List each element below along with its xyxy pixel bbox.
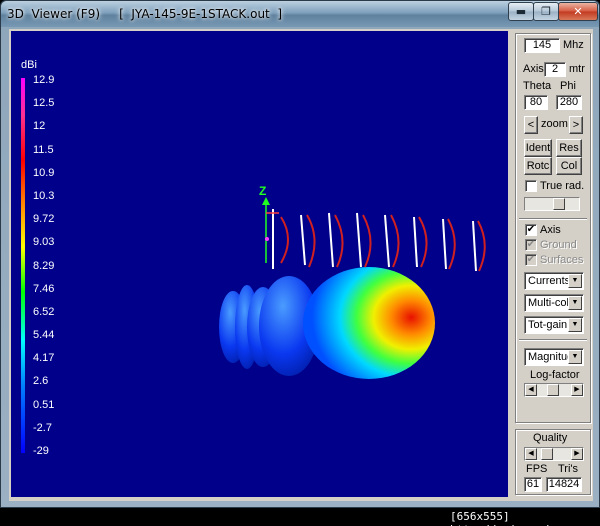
magnitude-select[interactable]: Magnitud ▼ <box>524 348 584 366</box>
z-axis-label: Z <box>259 184 267 198</box>
tris-value: 14824 <box>546 477 582 492</box>
radiation-pattern-render <box>219 197 486 379</box>
axis-size-unit: mtr <box>569 63 585 75</box>
color-scale-bar <box>21 78 25 453</box>
scale-tick-label: 12.5 <box>33 97 55 110</box>
slider-right-icon[interactable]: ▶ <box>571 448 583 460</box>
view-settings-group: 145 Mhz Axis 2 mtr Theta Phi 80 280 < zo… <box>515 33 591 423</box>
scale-tick-label: 12 <box>33 120 46 133</box>
res-button[interactable]: Res <box>556 139 582 157</box>
col-button[interactable]: Col <box>556 157 582 175</box>
fps-label: FPS <box>526 463 548 475</box>
zoom-in-button[interactable]: > <box>569 116 583 134</box>
main-lobe <box>303 267 435 379</box>
color-mode-select[interactable]: Multi-colo ▼ <box>524 294 584 312</box>
control-panel: 145 Mhz Axis 2 mtr Theta Phi 80 280 < zo… <box>515 33 591 495</box>
scale-tick-label: -29 <box>33 445 49 457</box>
phi-label: Phi <box>560 80 576 92</box>
client-area: dBi 12.9 12.5 12 11.5 10.9 10.3 9.72 9.03 8.29 7.… <box>9 29 593 501</box>
scale-tick-label: 12.9 <box>33 74 55 86</box>
minimize-button[interactable]: ▬ <box>508 2 534 21</box>
ground-checkbox[interactable]: ✔ <box>525 239 537 251</box>
frequency-unit: Mhz <box>563 39 584 51</box>
scale-tick-label: 4.17 <box>33 352 55 365</box>
scale-tick-label: 11.5 <box>33 143 54 156</box>
scale-unit-label: dBi <box>21 59 37 71</box>
chevron-down-icon: ▼ <box>568 318 582 332</box>
theta-label: Theta <box>523 80 552 92</box>
antenna-elements <box>272 209 486 272</box>
chevron-down-icon: ▼ <box>568 296 582 310</box>
minimize-icon: ▬ <box>515 5 527 18</box>
maximize-icon: ❐ <box>541 5 551 18</box>
scale-tick-label: -2.7 <box>33 421 52 434</box>
axis-check-label: Axis <box>540 224 561 236</box>
panel-divider <box>519 218 587 220</box>
scale-tick-label: 8.29 <box>33 259 55 272</box>
zoom-out-button[interactable]: < <box>524 116 538 134</box>
z-axis-arrow <box>262 197 270 205</box>
magnitude-select-value: Magnitud <box>528 351 574 363</box>
scale-tick-label: 7.46 <box>33 282 55 295</box>
scale-tick-label: 10.3 <box>33 189 55 202</box>
quality-label: Quality <box>533 432 568 444</box>
panel-divider <box>519 339 587 341</box>
window-title: 3D Viewer (F9) [ JYA-145-9E-1STACK.out ] <box>7 7 283 21</box>
image-caption: [656x555] http://upic.me/ <box>450 510 549 526</box>
ident-button[interactable]: Ident <box>524 139 552 157</box>
chevron-down-icon: ▼ <box>568 274 582 288</box>
quality-group: Quality ◀ ▶ FPS Tri's 61 14824 <box>515 429 591 495</box>
scale-tick-label: 9.72 <box>33 213 55 226</box>
currents-select-value: Currents <box>528 275 571 287</box>
true-rad-slider[interactable] <box>524 197 580 211</box>
slider-right-icon[interactable]: ▶ <box>571 384 583 396</box>
log-factor-slider-thumb[interactable] <box>547 384 559 396</box>
axis-checkbox[interactable]: ✔ <box>525 224 537 236</box>
surfaces-checkbox[interactable]: ✔ <box>525 254 537 266</box>
ground-checkmark: ✔ <box>526 239 536 250</box>
tris-label: Tri's <box>558 463 579 475</box>
currents-select[interactable]: Currents ▼ <box>524 272 584 290</box>
slider-left-icon[interactable]: ◀ <box>525 448 537 460</box>
quality-slider[interactable]: ◀ ▶ <box>524 447 584 461</box>
scale-tick-label: 6.52 <box>33 305 55 318</box>
scale-tick-label: 5.44 <box>33 329 55 342</box>
chevron-down-icon: ▼ <box>568 350 582 364</box>
scale-tick-label: 9.03 <box>33 236 55 249</box>
close-icon: ✕ <box>573 5 583 18</box>
slider-left-icon[interactable]: ◀ <box>525 384 537 396</box>
quality-slider-thumb[interactable] <box>541 448 553 460</box>
rotc-button[interactable]: Rotc <box>524 157 552 175</box>
axis-size-label: Axis <box>523 63 544 75</box>
title-bar[interactable]: 3D Viewer (F9) [ JYA-145-9E-1STACK.out ]… <box>1 1 599 27</box>
viewer-window: 3D Viewer (F9) [ JYA-145-9E-1STACK.out ]… <box>0 0 600 508</box>
surfaces-checkmark: ✔ <box>526 254 536 265</box>
ground-check-label: Ground <box>540 239 577 251</box>
scale-tick-label: 10.9 <box>33 166 55 179</box>
close-button[interactable]: ✕ <box>558 2 598 21</box>
gain-type-select[interactable]: Tot-gain ▼ <box>524 316 584 334</box>
maximize-button[interactable]: ❐ <box>533 2 559 21</box>
true-rad-checkbox[interactable] <box>525 180 537 192</box>
theta-field[interactable]: 80 <box>524 95 548 110</box>
axis-origin <box>265 237 269 241</box>
zoom-label: zoom <box>541 118 568 130</box>
scale-tick-label: 0.51 <box>33 398 55 411</box>
phi-field[interactable]: 280 <box>556 95 582 110</box>
log-factor-label: Log-factor <box>530 369 580 381</box>
true-rad-label: True rad. <box>540 180 585 192</box>
3d-viewport[interactable]: dBi 12.9 12.5 12 11.5 10.9 10.3 9.72 9.03 8.29 7.… <box>11 31 508 497</box>
log-factor-slider[interactable]: ◀ ▶ <box>524 383 584 397</box>
axis-checkmark: ✔ <box>526 224 536 235</box>
frequency-field[interactable]: 145 <box>524 38 560 53</box>
axis-size-field[interactable]: 2 <box>544 62 566 77</box>
true-rad-slider-thumb[interactable] <box>553 198 565 210</box>
scale-tick-label: 2.6 <box>33 375 49 388</box>
fps-value: 61 <box>524 477 542 492</box>
gain-type-select-value: Tot-gain <box>528 319 568 331</box>
surfaces-check-label: Surfaces <box>540 254 584 266</box>
